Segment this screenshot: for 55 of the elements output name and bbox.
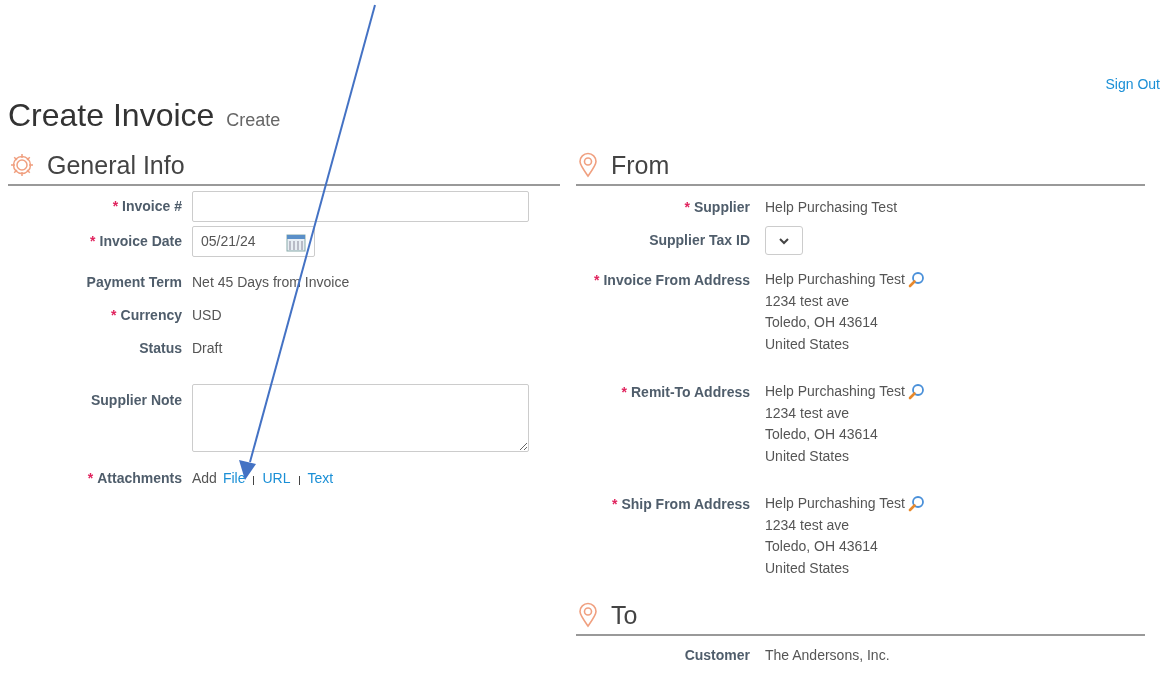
address-line: United States xyxy=(765,334,850,354)
attachment-link[interactable]: File xyxy=(222,467,246,489)
address-line: Toledo, OH 43614 xyxy=(765,313,878,333)
sign-out-link[interactable]: Sign Out xyxy=(1105,75,1160,93)
address-line: Toledo, OH 43614 xyxy=(765,425,878,445)
field-value: Draft xyxy=(192,339,223,358)
gear-icon xyxy=(9,151,35,178)
address-line: United States xyxy=(765,446,850,466)
field-label: Attachments xyxy=(97,468,182,488)
chevron-down-icon xyxy=(778,236,790,245)
field-value: Help Purchasing Test xyxy=(765,198,898,217)
field-label: Currency xyxy=(120,306,182,325)
required-asterisk: * xyxy=(611,495,618,514)
field-label: Supplier Tax ID xyxy=(649,231,750,250)
text-input-field[interactable] xyxy=(192,191,529,222)
address-line: 1234 test ave xyxy=(765,291,850,311)
field-label: Status xyxy=(139,339,182,358)
field-label: Payment Term xyxy=(86,273,182,292)
field-label: Invoice # xyxy=(122,197,182,216)
required-asterisk: * xyxy=(90,232,96,251)
section-heading: To xyxy=(611,599,638,630)
field-label: Invoice Date xyxy=(99,232,182,251)
required-asterisk: * xyxy=(87,468,94,488)
address-line: Help Purchashing Test xyxy=(765,270,905,290)
date-field[interactable]: 05/21/24 xyxy=(192,226,315,257)
page-subtitle: Create xyxy=(226,109,281,132)
calendar-icon[interactable] xyxy=(286,231,306,252)
address-line: Help Purchashing Test xyxy=(765,382,905,402)
location-pin-icon xyxy=(577,601,599,628)
field-label: Supplier Note xyxy=(91,391,182,410)
location-pin-icon xyxy=(577,151,599,178)
field-label: Ship From Address xyxy=(621,495,750,514)
page-title: Create Invoice xyxy=(8,96,215,135)
required-asterisk: * xyxy=(684,198,690,217)
field-label: Customer xyxy=(684,646,750,665)
address-line: Help Purchashing Test xyxy=(765,494,905,514)
required-asterisk: * xyxy=(112,197,119,216)
address-line: United States xyxy=(765,558,850,578)
attachment-link[interactable]: Text xyxy=(307,467,334,489)
field-value: USD xyxy=(192,306,222,325)
required-asterisk: * xyxy=(111,306,117,325)
field-label: Invoice From Address xyxy=(603,271,750,290)
address-line: Toledo, OH 43614 xyxy=(765,537,878,557)
section-heading: From xyxy=(611,149,670,180)
dropdown-field[interactable] xyxy=(765,226,803,255)
required-asterisk: * xyxy=(594,271,600,290)
field-value: The Andersons, Inc. xyxy=(765,646,890,665)
address-line: 1234 test ave xyxy=(765,515,850,535)
section-heading: General Info xyxy=(47,149,185,180)
address-line: 1234 test ave xyxy=(765,403,850,423)
add-text: Add xyxy=(192,468,217,488)
required-asterisk: * xyxy=(621,383,627,402)
field-label: Supplier xyxy=(694,198,750,217)
attachment-link[interactable]: URL xyxy=(262,467,291,489)
field-label: Remit-To Address xyxy=(631,383,750,402)
